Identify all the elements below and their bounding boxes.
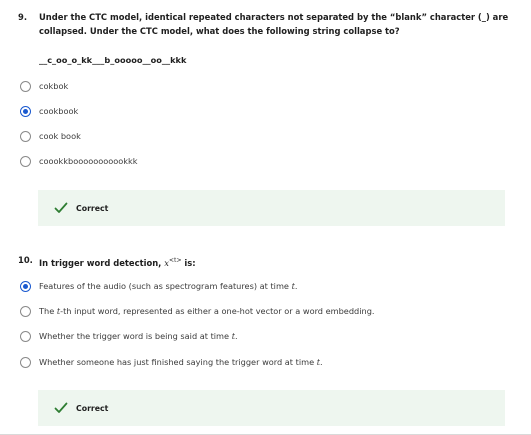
option-label: cokbok xyxy=(39,81,69,91)
question-10: 10. In trigger word detection, x<t> is: xyxy=(18,254,510,270)
option-text: Whether the trigger word is being said a… xyxy=(39,331,232,341)
feedback-correct-q9: Correct xyxy=(38,190,505,226)
check-icon xyxy=(54,402,68,413)
option-audio-features[interactable]: Features of the audio (such as spectrogr… xyxy=(20,279,297,293)
option-text: . xyxy=(234,331,238,341)
option-text: . xyxy=(320,357,323,367)
question-text: Under the CTC model, identical repeated … xyxy=(39,12,509,36)
question-10-header: 10. In trigger word detection, x<t> is: xyxy=(18,254,510,270)
check-icon xyxy=(54,202,68,213)
question-9-sequence: __c_oo_o_kk___b_ooooo__oo__kkk xyxy=(39,55,187,65)
question-9-header: 9. Under the CTC model, identical repeat… xyxy=(18,11,510,38)
radio-button[interactable] xyxy=(20,356,31,368)
option-trigger-being-said[interactable]: Whether the trigger word is being said a… xyxy=(20,329,238,343)
option-coookkbooooooooookkk[interactable]: coookkbooooooooookkk xyxy=(20,154,138,168)
option-text: Features of the audio (such as spectrogr… xyxy=(39,281,292,291)
option-input-word[interactable]: The t-th input word, represented as eith… xyxy=(20,304,375,318)
math-superscript: <t> xyxy=(169,257,182,264)
option-cookbook[interactable]: cookbook xyxy=(20,104,78,118)
option-cokbok[interactable]: cokbok xyxy=(20,79,68,93)
option-text: -th input word, represented as either a … xyxy=(60,306,375,316)
option-label: The t-th input word, represented as eith… xyxy=(39,306,375,316)
question-text-before: In trigger word detection, xyxy=(39,257,165,268)
radio-button[interactable] xyxy=(20,305,31,317)
option-cook-book[interactable]: cook book xyxy=(20,129,81,143)
option-label: coookkbooooooooookkk xyxy=(39,156,138,166)
radio-button[interactable] xyxy=(20,155,31,167)
option-text: . xyxy=(294,281,298,291)
feedback-text: Correct xyxy=(76,203,109,213)
option-text: The xyxy=(39,306,57,316)
feedback-text: Correct xyxy=(76,403,109,413)
option-label: Whether the trigger word is being said a… xyxy=(39,331,238,341)
question-number: 10. xyxy=(18,255,33,265)
option-label: cook book xyxy=(39,131,81,141)
radio-button-selected[interactable] xyxy=(20,105,31,117)
math-variable: x<t> xyxy=(164,257,182,268)
option-label: cookbook xyxy=(39,106,79,116)
option-label: Features of the audio (such as spectrogr… xyxy=(39,281,297,291)
option-text: Whether someone has just finished saying… xyxy=(39,357,317,367)
question-text: In trigger word detection, x<t> is: xyxy=(39,254,510,270)
question-9: 9. Under the CTC model, identical repeat… xyxy=(18,11,510,38)
radio-button[interactable] xyxy=(20,130,31,142)
feedback-correct-q10: Correct xyxy=(38,390,505,426)
option-just-finished-saying[interactable]: Whether someone has just finished saying… xyxy=(20,355,323,369)
radio-button-selected[interactable] xyxy=(20,280,31,292)
question-number: 9. xyxy=(18,12,28,22)
option-label: Whether someone has just finished saying… xyxy=(39,357,323,367)
radio-button[interactable] xyxy=(20,80,31,92)
question-text-after: is: xyxy=(181,257,196,268)
radio-button[interactable] xyxy=(20,330,31,342)
